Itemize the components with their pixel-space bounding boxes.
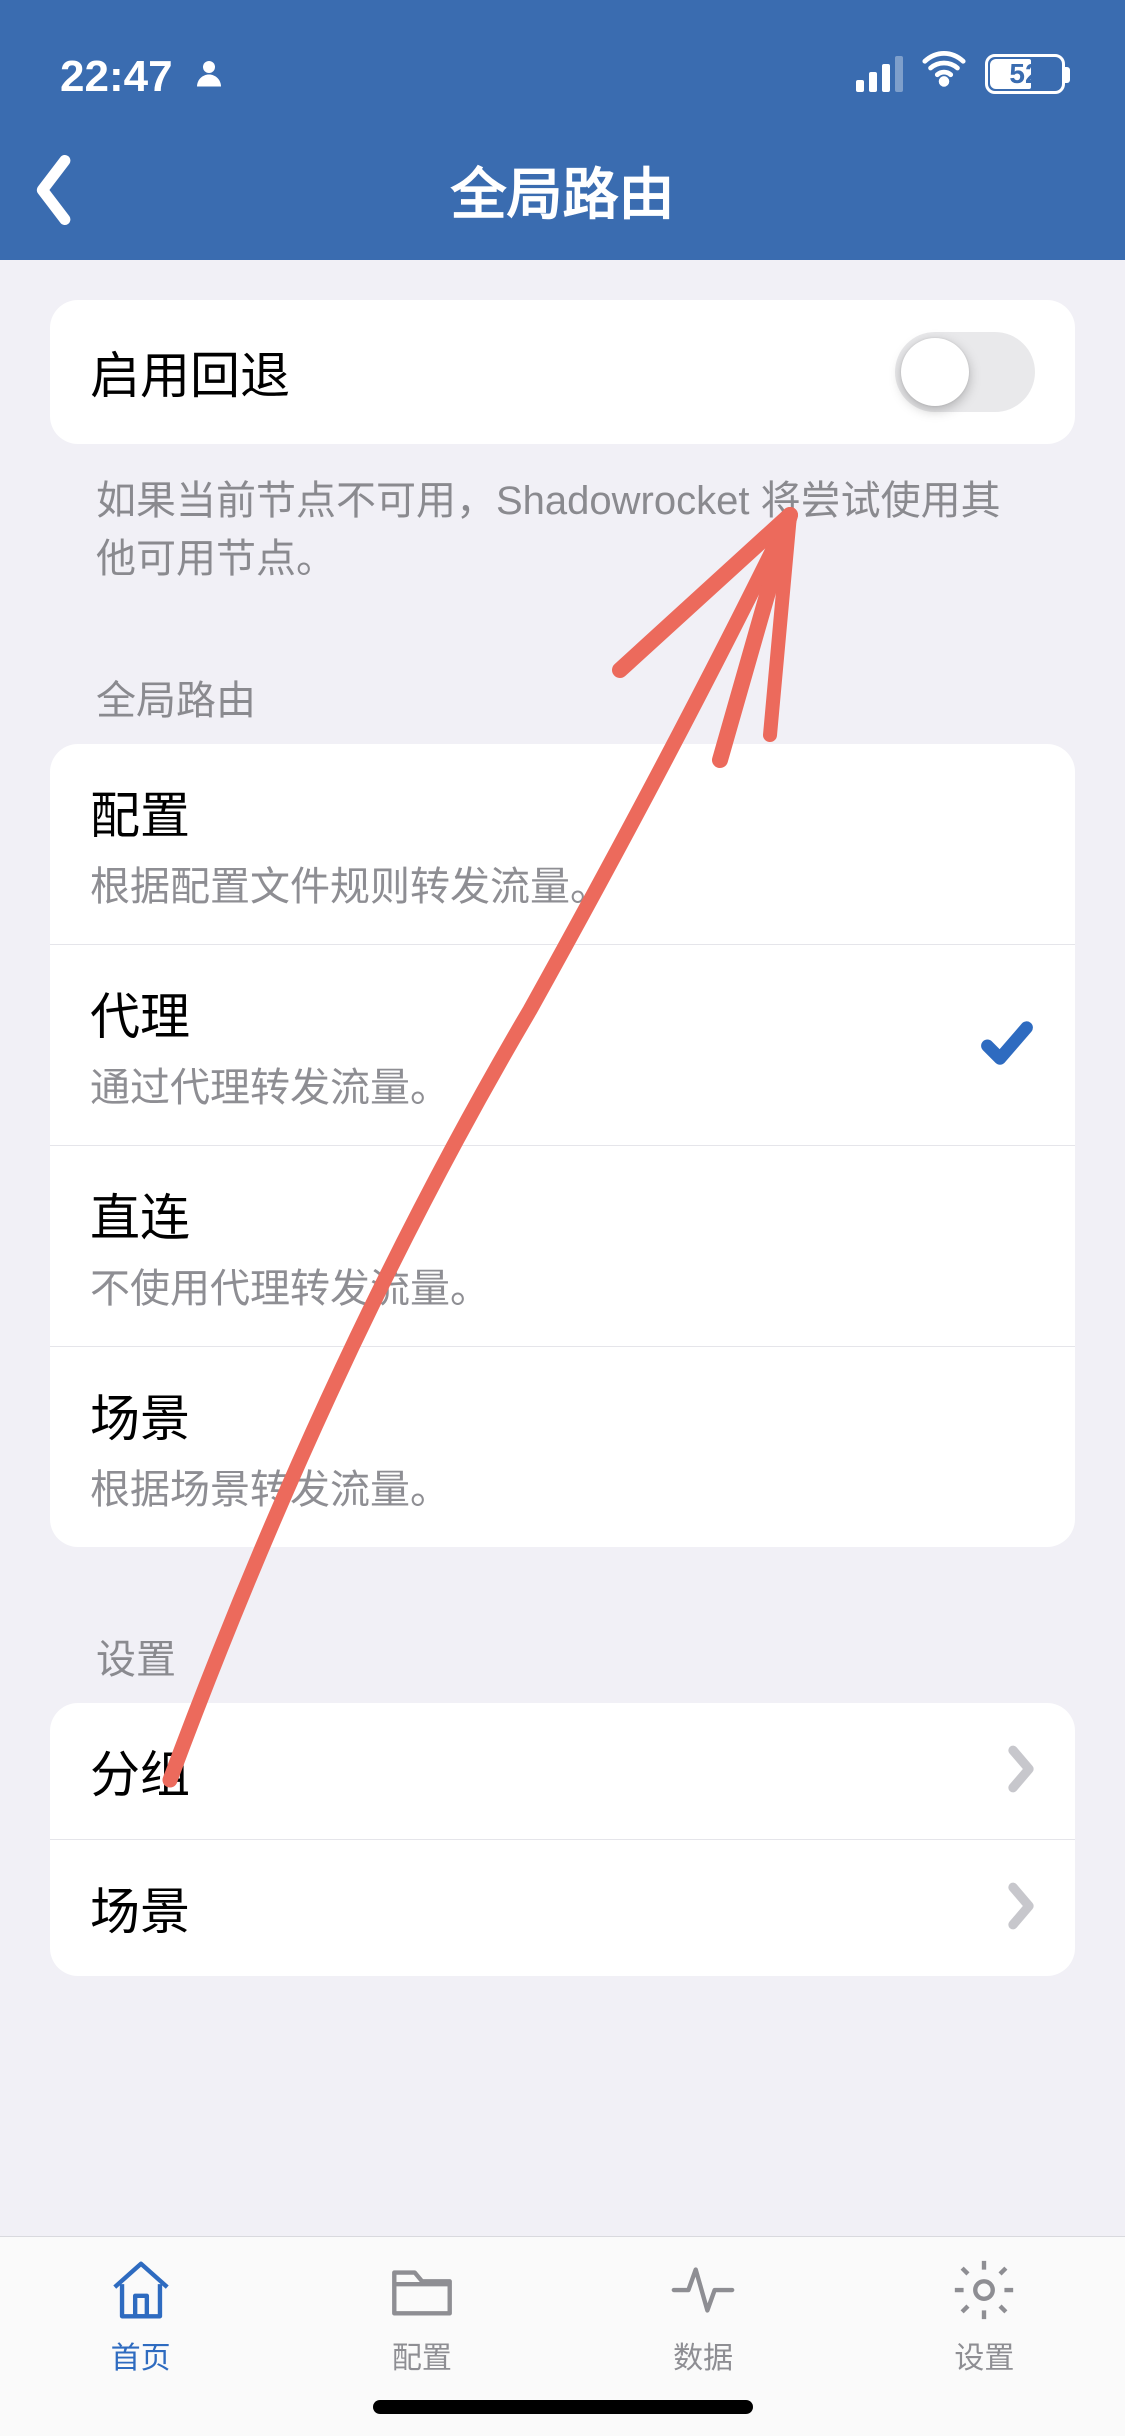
settings-row-scene[interactable]: 场景 — [50, 1840, 1075, 1976]
folder-icon — [387, 2255, 457, 2325]
settings-header: 设置 — [50, 1547, 1075, 1703]
battery-percent: 52 — [1009, 58, 1040, 90]
checkmark-icon — [979, 1015, 1035, 1076]
settings-row-group[interactable]: 分组 — [50, 1703, 1075, 1840]
routing-item-title: 场景 — [90, 1379, 450, 1451]
settings-group: 分组 场景 — [50, 1703, 1075, 1976]
wifi-icon — [921, 45, 967, 102]
fallback-group: 启用回退 — [50, 300, 1075, 444]
status-right: 52 — [856, 45, 1065, 102]
routing-header: 全局路由 — [50, 588, 1075, 744]
settings-item-title: 分组 — [90, 1735, 190, 1807]
routing-item-title: 代理 — [90, 977, 450, 1049]
routing-row-proxy[interactable]: 代理 通过代理转发流量。 — [50, 945, 1075, 1146]
routing-item-sub: 根据配置文件规则转发流量。 — [90, 854, 610, 912]
fallback-row[interactable]: 启用回退 — [50, 300, 1075, 444]
nav-title: 全局路由 — [451, 150, 675, 231]
status-bar: 22:47 52 — [0, 0, 1125, 120]
routing-row-direct[interactable]: 直连 不使用代理转发流量。 — [50, 1146, 1075, 1347]
settings-item-title: 场景 — [90, 1872, 190, 1944]
routing-row-scene[interactable]: 场景 根据场景转发流量。 — [50, 1347, 1075, 1547]
person-icon — [191, 52, 227, 102]
chevron-right-icon — [1007, 1745, 1035, 1798]
tab-label: 数据 — [673, 2333, 733, 2377]
tab-label: 配置 — [392, 2333, 452, 2377]
routing-group: 配置 根据配置文件规则转发流量。 代理 通过代理转发流量。 直连 不使用代理转发… — [50, 744, 1075, 1547]
tab-label: 首页 — [111, 2333, 171, 2377]
activity-icon — [668, 2255, 738, 2325]
routing-item-sub: 根据场景转发流量。 — [90, 1457, 450, 1515]
home-indicator[interactable] — [373, 2400, 753, 2414]
content: 启用回退 如果当前节点不可用，Shadowrocket 将尝试使用其他可用节点。… — [0, 260, 1125, 1976]
chevron-right-icon — [1007, 1882, 1035, 1935]
battery-icon: 52 — [985, 54, 1065, 94]
routing-item-sub: 不使用代理转发流量。 — [90, 1256, 490, 1314]
status-time: 22:47 — [60, 52, 173, 102]
fallback-title: 启用回退 — [90, 336, 290, 408]
routing-item-title: 直连 — [90, 1178, 490, 1250]
routing-item-title: 配置 — [90, 776, 610, 848]
nav-bar: 全局路由 — [0, 120, 1125, 260]
routing-row-config[interactable]: 配置 根据配置文件规则转发流量。 — [50, 744, 1075, 945]
tab-home[interactable]: 首页 — [0, 2255, 281, 2436]
back-button[interactable] — [30, 155, 80, 230]
signal-icon — [856, 56, 903, 92]
status-left: 22:47 — [60, 52, 227, 102]
fallback-note: 如果当前节点不可用，Shadowrocket 将尝试使用其他可用节点。 — [50, 444, 1075, 588]
routing-item-sub: 通过代理转发流量。 — [90, 1055, 450, 1113]
home-icon — [106, 2255, 176, 2325]
tab-label: 设置 — [954, 2333, 1014, 2377]
fallback-switch[interactable] — [895, 332, 1035, 412]
tab-settings[interactable]: 设置 — [844, 2255, 1125, 2436]
gear-icon — [949, 2255, 1019, 2325]
